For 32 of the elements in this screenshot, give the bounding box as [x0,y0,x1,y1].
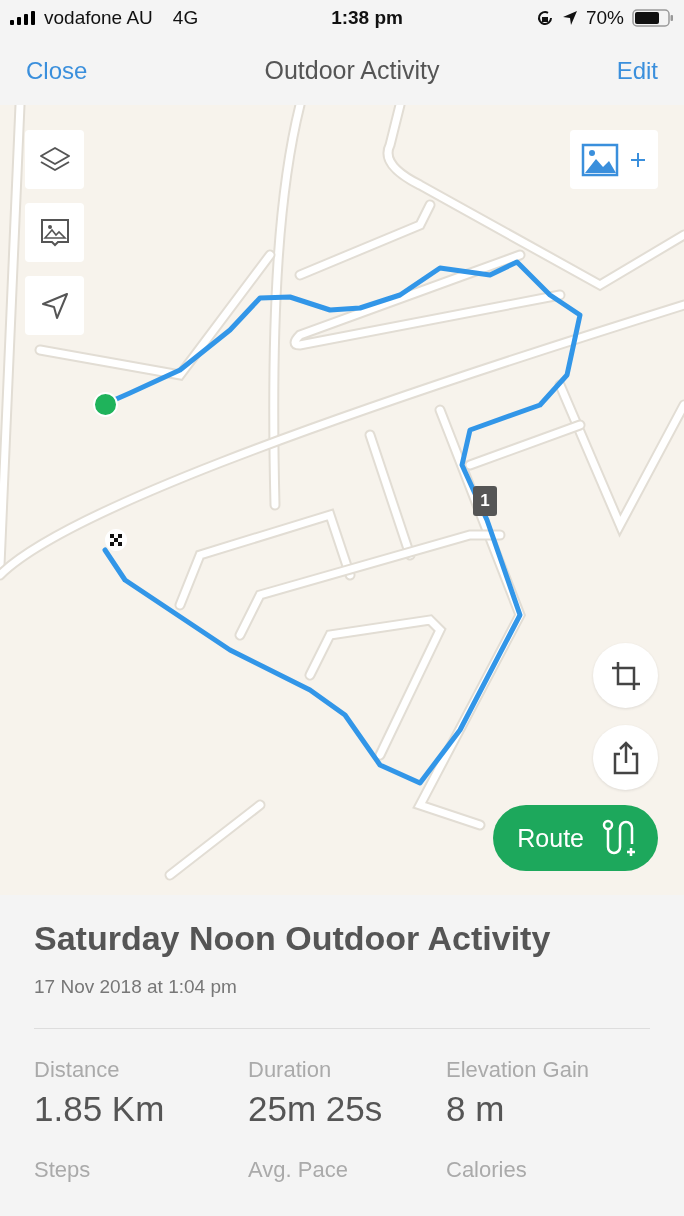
navigation-arrow-icon [39,290,70,321]
stat-value: 25m 25s [248,1089,384,1129]
km-marker: 1 [473,486,497,516]
status-time: 1:38 pm [331,7,403,29]
location-arrow-icon [561,10,578,26]
photo-pin-button[interactable] [25,203,84,262]
stat-label: Elevation Gain [446,1057,591,1083]
network-type: 4G [172,7,199,29]
battery-icon [632,9,674,27]
edit-button[interactable]: Edit [616,56,658,85]
stat-value: 8 m [446,1089,506,1129]
rotation-lock-icon [535,9,554,27]
activity-title: Saturday Noon Outdoor Activity [34,919,552,958]
close-button[interactable]: Close [26,56,88,85]
finish-flag-icon [104,528,128,552]
stat-label: Distance [34,1057,121,1083]
signal-icon [10,11,36,25]
battery-percent: 70% [585,7,624,29]
route-button[interactable]: Route [493,805,658,871]
stat-label: Calories [446,1157,528,1183]
image-pin-icon [38,216,71,249]
stat-label: Steps [34,1157,92,1183]
stat-label: Duration [248,1057,333,1083]
locate-button[interactable] [25,276,84,335]
add-photo-button[interactable] [570,130,658,189]
stat-label: Avg. Pace [248,1157,349,1183]
carrier-name: vodafone AU [44,7,153,29]
screen-title: Outdoor Activity [264,56,440,85]
layers-button[interactable] [25,130,84,189]
add-image-icon [581,142,647,177]
activity-date: 17 Nov 2018 at 1:04 pm [34,976,238,998]
stat-value: 1.85 Km [34,1089,166,1129]
